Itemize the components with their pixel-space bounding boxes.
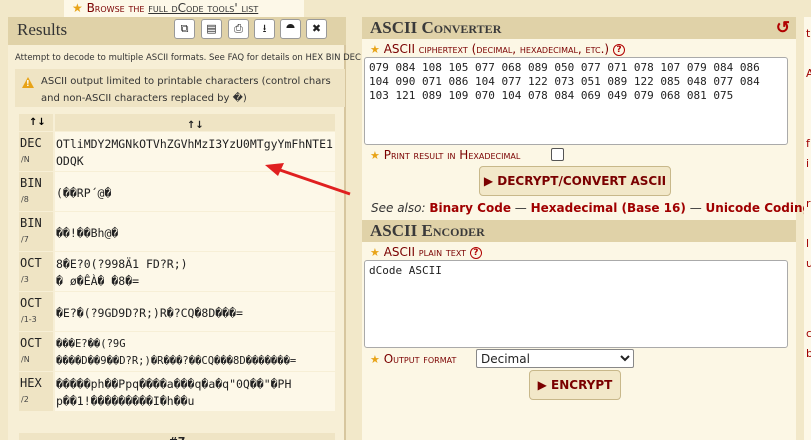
download-icon[interactable]: ⭳ <box>254 19 275 39</box>
copy-icon[interactable]: ⧉ <box>174 19 195 39</box>
hex-label: ★ Print result in Hexadecimal <box>370 148 520 162</box>
hex-label-text: Print result in Hexadecimal <box>383 148 521 162</box>
close-icon[interactable]: ✖ <box>306 19 327 39</box>
row-value[interactable]: 8�E?0(?998Ä1 FD?R;) � ø�ÊÀ� �8�= <box>55 252 335 291</box>
warning-text: ASCII output limited to printable charac… <box>41 76 331 104</box>
row-format: DEC/N <box>19 132 53 171</box>
help-icon[interactable]: ? <box>612 43 625 56</box>
table-row[interactable]: HEX/2 �����ph��Ppq����a���q�a�q"0Q��"�PH… <box>19 372 335 412</box>
unicode-link[interactable]: Unicode Coding <box>706 201 811 215</box>
decode-note: Attempt to decode to multiple ASCII form… <box>15 53 361 63</box>
annotation-arrow <box>265 163 351 196</box>
star-icon: ★ <box>370 353 380 366</box>
row-format: OCT/3 <box>19 252 53 291</box>
pin-icon[interactable]: ⯊ <box>280 19 301 39</box>
table-row[interactable]: OCT/1-3 �E?�(?9GD9D?R;)R�?CQ�8D���= <box>19 292 335 332</box>
tools-column: ASCII Converter ↺ ★ ASCII ciphertext (de… <box>362 17 811 440</box>
ciphertext-label: ★ ASCII ciphertext (decimal, hexadecimal… <box>370 42 625 56</box>
star-icon: ★ <box>72 1 87 15</box>
star-icon: ★ <box>370 43 380 56</box>
full-tools-list-link[interactable]: full dCode tools' list <box>148 1 258 15</box>
hexadecimal-link[interactable]: Hexadecimal (Base 16) <box>531 201 686 215</box>
output-format-label: ★ Output format <box>370 352 456 366</box>
star-icon: ★ <box>370 149 380 162</box>
print-icon[interactable]: ⎙ <box>228 19 249 39</box>
see-also: See also: Binary Code — Hexadecimal (Bas… <box>371 201 811 215</box>
results-table: ↑↓ ↑↓ DEC/N OTliMDY2MGNkOTVhZGVhMzI3YzU0… <box>19 114 335 412</box>
results-header: Results ⧉ ▤ ⎙ ⭳ ⯊ ✖ <box>8 17 346 45</box>
row-format: BIN/7 <box>19 212 53 251</box>
row-value[interactable]: ���E?��(?9G ����D��9��D?R;)�R���?��CQ���… <box>55 332 335 371</box>
row-format: HEX/2 <box>19 372 53 411</box>
results-panel: Results ⧉ ▤ ⎙ ⭳ ⯊ ✖ Attempt to decode to… <box>8 17 361 440</box>
plaintext-input[interactable]: dCode ASCII <box>364 260 788 348</box>
row-value[interactable]: ��!��Bh@� <box>55 212 335 251</box>
table-header-row: ↑↓ ↑↓ <box>19 114 335 132</box>
warning-icon: ! <box>22 77 34 88</box>
results-count: #7 <box>19 433 335 440</box>
separator: — <box>689 201 702 215</box>
output-format-select[interactable]: Decimal <box>476 349 634 368</box>
output-format-text: Output format <box>383 352 457 366</box>
help-icon[interactable]: ? <box>469 246 482 259</box>
separator: — <box>514 201 527 215</box>
hex-checkbox[interactable] <box>551 148 564 161</box>
binary-code-link[interactable]: Binary Code <box>429 201 511 215</box>
decrypt-button[interactable]: ▶ DECRYPT/CONVERT ASCII <box>479 166 671 196</box>
table-row[interactable]: OCT/N ���E?��(?9G ����D��9��D?R;)�R���?�… <box>19 332 335 372</box>
row-value[interactable]: �����ph��Ppq����a���q�a�q"0Q��"�PH p��1!… <box>55 372 335 411</box>
side-column: t A f i r l u c b <box>804 17 811 440</box>
sort-label-column[interactable]: ↑↓ <box>19 114 53 131</box>
row-format: OCT/1-3 <box>19 292 53 331</box>
row-value[interactable]: �E?�(?9GD9D?R;)R�?CQ�8D���= <box>55 292 335 331</box>
browse-tools-link[interactable]: ★ Browse the full dCode tools' list <box>64 0 304 17</box>
plaintext-label-text: ASCII plain text <box>383 245 467 259</box>
browse-text: Browse the <box>86 1 149 15</box>
see-also-label: See also: <box>371 201 426 215</box>
screenshot-icon[interactable]: ▤ <box>201 19 222 39</box>
ciphertext-input[interactable]: 079 084 108 105 077 068 089 050 077 071 … <box>364 57 788 145</box>
converter-title-text: ASCII Converter <box>370 18 502 37</box>
encrypt-button[interactable]: ▶ ENCRYPT <box>529 370 621 400</box>
ciphertext-label-text: ASCII ciphertext (decimal, hexadecimal, … <box>383 42 610 56</box>
row-format: BIN/8 <box>19 172 53 211</box>
table-row[interactable]: BIN/7 ��!��Bh@� <box>19 212 335 252</box>
encoder-title: ASCII Encoder <box>362 220 796 242</box>
refresh-icon[interactable]: ↺ <box>776 17 790 39</box>
row-format: OCT/N <box>19 332 53 371</box>
plaintext-label: ★ ASCII plain text ? <box>370 245 482 259</box>
table-row[interactable]: OCT/3 8�E?0(?998Ä1 FD?R;) � ø�ÊÀ� �8�= <box>19 252 335 292</box>
sort-value-column[interactable]: ↑↓ <box>55 114 335 131</box>
warning-box: ! ASCII output limited to printable char… <box>15 69 345 107</box>
converter-title: ASCII Converter ↺ <box>362 17 796 39</box>
star-icon: ★ <box>370 246 380 259</box>
results-title: Results <box>17 20 68 39</box>
